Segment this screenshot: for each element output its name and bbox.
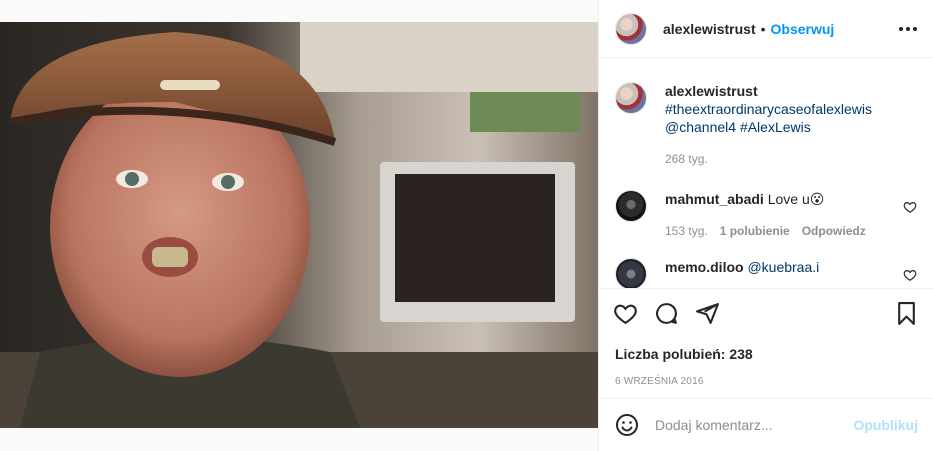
commenter-avatar[interactable] bbox=[615, 190, 647, 222]
comment-like-icon[interactable] bbox=[903, 200, 917, 214]
heart-icon[interactable] bbox=[613, 301, 638, 326]
caption-hashtag[interactable]: #theextraordinarycaseofalexlewis bbox=[665, 101, 872, 117]
header-separator: • bbox=[760, 20, 766, 37]
smiley-icon[interactable] bbox=[615, 413, 639, 437]
caption-username[interactable]: alexlewistrust bbox=[665, 83, 758, 99]
post-actions bbox=[599, 288, 933, 338]
comment-input[interactable] bbox=[655, 417, 854, 433]
photo-illustration bbox=[0, 22, 598, 428]
caption-age[interactable]: 268 tyg. bbox=[665, 152, 708, 166]
reply-button[interactable]: Odpowiedz bbox=[802, 224, 866, 238]
comment-item: memo.diloo @kuebraa.i bbox=[615, 258, 917, 288]
comment-icon[interactable] bbox=[654, 301, 679, 326]
comment-mention[interactable]: @kuebraa.i bbox=[747, 259, 819, 275]
author-username[interactable]: alexlewistrust bbox=[663, 21, 756, 37]
comment-username[interactable]: memo.diloo bbox=[665, 259, 744, 275]
comment-like-icon[interactable] bbox=[903, 268, 917, 282]
follow-button[interactable]: Obserwuj bbox=[771, 21, 835, 37]
post-side-panel: alexlewistrust • Obserwuj alexlewistrust… bbox=[598, 0, 933, 451]
author-avatar[interactable] bbox=[615, 12, 647, 45]
caption: alexlewistrust #theextraordinarycaseofal… bbox=[615, 82, 917, 166]
commenter-avatar[interactable] bbox=[615, 258, 647, 288]
caption-avatar[interactable] bbox=[615, 82, 647, 114]
comment-age[interactable]: 153 tyg. bbox=[665, 224, 708, 238]
caption-mention[interactable]: @channel4 bbox=[665, 119, 736, 135]
post-header: alexlewistrust • Obserwuj bbox=[599, 0, 933, 58]
publish-button[interactable]: Opublikuj bbox=[853, 417, 918, 433]
bookmark-icon[interactable] bbox=[894, 301, 919, 326]
post-date[interactable]: 6 WRZEŚNIA 2016 bbox=[599, 362, 933, 387]
caption-hashtag-2[interactable]: #AlexLewis bbox=[740, 119, 811, 135]
share-icon[interactable] bbox=[695, 301, 720, 326]
comment-likes[interactable]: 1 polubienie bbox=[720, 224, 790, 238]
comment-text: Love u bbox=[767, 191, 810, 207]
likes-count[interactable]: Liczba polubień: 238 bbox=[599, 338, 933, 362]
add-comment-bar: Opublikuj bbox=[599, 398, 933, 451]
comment-emoji: 😮 bbox=[809, 191, 825, 207]
more-options-icon[interactable] bbox=[899, 20, 917, 38]
comment-item: mahmut_abadi Love u😮 153 tyg. 1 polubien… bbox=[615, 190, 917, 238]
post-frame: alexlewistrust • Obserwuj alexlewistrust… bbox=[0, 0, 933, 451]
comment-username[interactable]: mahmut_abadi bbox=[665, 191, 764, 207]
comments-list[interactable]: alexlewistrust #theextraordinarycaseofal… bbox=[599, 58, 933, 288]
post-photo[interactable] bbox=[0, 22, 598, 428]
